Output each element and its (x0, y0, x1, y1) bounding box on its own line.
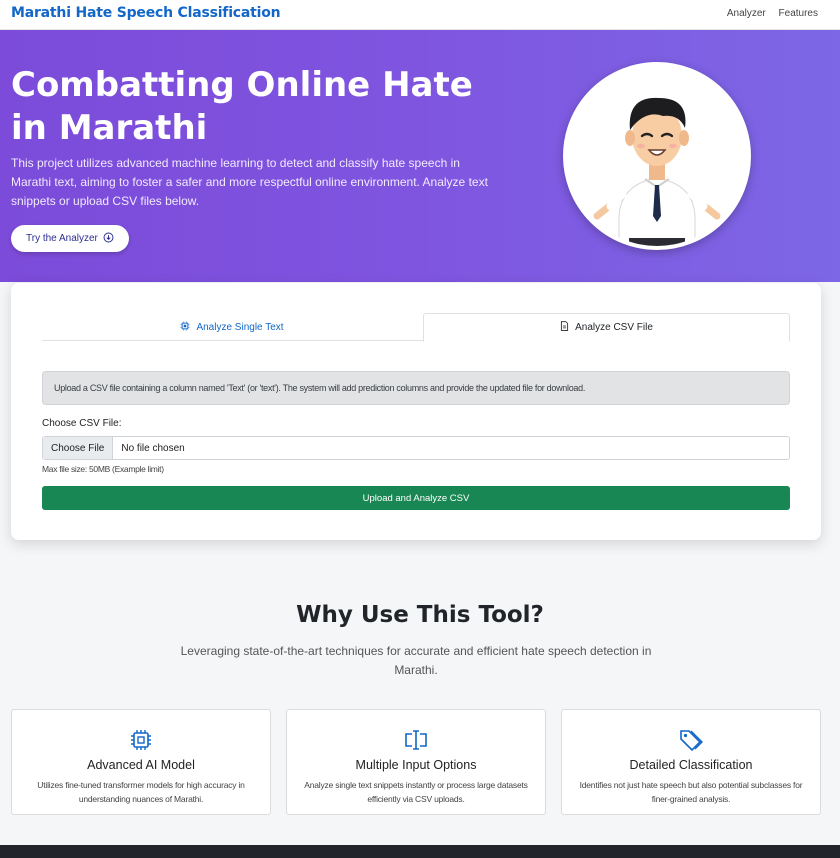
navbar: Marathi Hate Speech Classification Analy… (0, 0, 840, 30)
why-section-description: Leveraging state-of-the-art techniques f… (180, 644, 652, 677)
feature-card-input-options: Multiple Input Options Analyze single te… (286, 709, 546, 815)
csv-file-input[interactable]: Choose File No file chosen (42, 436, 790, 460)
file-icon (560, 321, 569, 334)
feature-description: Identifies not just hate speech but also… (579, 780, 803, 804)
cpu-icon (180, 321, 190, 334)
try-analyzer-button[interactable]: Try the Analyzer (11, 225, 129, 252)
nav-links: Analyzer Features (717, 8, 818, 19)
hero-title: Combatting Online Hate in Marathi (11, 65, 473, 148)
file-size-hint: Max file size: 50MB (Example limit) (42, 464, 164, 474)
tab-analyze-single-text[interactable]: Analyze Single Text (42, 313, 422, 341)
nav-link-features[interactable]: Features (779, 8, 818, 19)
hero-section: Combatting Online Hate in Marathi This p… (0, 30, 840, 282)
chip-icon (12, 728, 270, 752)
tab-label: Analyze CSV File (575, 322, 653, 333)
tab-label: Analyze Single Text (196, 321, 284, 333)
analyzer-card: Analyze Single Text Analyze CSV File Upl… (11, 283, 821, 540)
feature-card-classification: Detailed Classification Identifies not j… (561, 709, 821, 815)
why-section-title: Why Use This Tool? (296, 602, 544, 628)
tab-analyze-csv-file[interactable]: Analyze CSV File (423, 313, 790, 342)
upload-analyze-button[interactable]: Upload and Analyze CSV (42, 486, 790, 510)
nav-link-analyzer[interactable]: Analyzer (727, 8, 766, 19)
file-status-text: No file chosen (121, 442, 185, 454)
hero-description: This project utilizes advanced machine l… (11, 156, 488, 208)
feature-title: Multiple Input Options (355, 758, 477, 772)
arrow-down-circle-icon (103, 232, 114, 246)
feature-title: Detailed Classification (629, 758, 753, 772)
avatar-illustration (563, 62, 751, 250)
feature-description: Analyze single text snippets instantly o… (304, 780, 528, 804)
feature-title: Advanced AI Model (87, 758, 195, 772)
choose-file-button[interactable]: Choose File (43, 437, 114, 459)
feature-description: Utilizes fine-tuned transformer models f… (37, 780, 245, 804)
feature-card-ai-model: Advanced AI Model Utilizes fine-tuned tr… (11, 709, 271, 815)
analyzer-tabs: Analyze Single Text Analyze CSV File (42, 313, 790, 342)
csv-info-alert: Upload a CSV file containing a column na… (42, 371, 790, 405)
brand-title[interactable]: Marathi Hate Speech Classification (11, 5, 281, 21)
try-analyzer-label: Try the Analyzer (26, 233, 98, 244)
tags-icon (562, 728, 820, 752)
footer-bar (0, 845, 840, 858)
file-field-label: Choose CSV File: (42, 418, 122, 429)
text-cursor-icon (287, 728, 545, 752)
